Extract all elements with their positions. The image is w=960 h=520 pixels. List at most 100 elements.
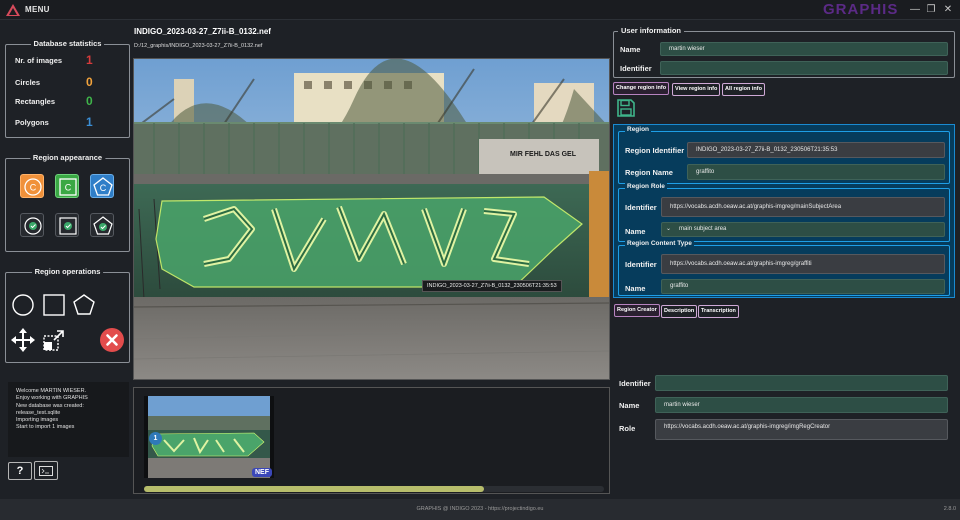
tab-description[interactable]: Description <box>661 305 698 318</box>
brand-logo: GRAPHIS <box>823 1 899 18</box>
region-identifier-label: Region Identifier <box>625 146 685 155</box>
move-icon[interactable] <box>11 328 35 352</box>
stat-label-rectangles: Rectangles <box>15 97 56 106</box>
status-footer: GRAPHIS @ INDIGO 2023 - https://projecti… <box>0 499 960 520</box>
polygon-check-icon <box>93 216 113 235</box>
role-name-value: main subject area <box>679 226 727 232</box>
creator-role-label: Role <box>619 424 636 433</box>
console-icon <box>39 466 53 476</box>
panel-title: Database statistics <box>30 39 105 48</box>
draw-polygon-icon[interactable] <box>72 293 96 317</box>
region-role-section: Region Role Identifier https://vocabs.ac… <box>618 183 950 242</box>
creator-identifier-label: Identifier <box>619 379 651 388</box>
close-window-icon[interactable]: ✕ <box>942 4 954 16</box>
region-content-type-section: Region Content Type Identifier https://v… <box>618 240 950 296</box>
rectangle-check-icon <box>59 217 77 235</box>
role-name-dropdown[interactable]: ⌄ main subject area <box>661 222 945 237</box>
section-title: Region <box>625 126 652 133</box>
delete-region-icon[interactable] <box>100 328 124 352</box>
import-progress-bar <box>144 486 604 492</box>
save-icon[interactable] <box>616 98 636 118</box>
tab-all-region-info[interactable]: All region info <box>722 83 765 96</box>
user-name-field[interactable]: martin wieser <box>660 42 948 56</box>
chevron-down-icon: ⌄ <box>666 226 672 232</box>
creator-name-label: Name <box>619 401 640 410</box>
user-identifier-field[interactable] <box>660 61 948 75</box>
restore-icon[interactable]: ❐ <box>925 4 937 16</box>
draw-rectangle-icon[interactable] <box>42 293 66 317</box>
menu-button[interactable]: MENU <box>25 5 50 14</box>
tab-change-region-info[interactable]: Change region info <box>613 82 670 95</box>
rectangle-c-icon: C <box>59 178 77 196</box>
creator-role-field[interactable]: https://vocabs.acdh.oeaw.ac.at/graphis-i… <box>655 419 948 440</box>
console-button[interactable] <box>34 461 58 480</box>
wall-sign-text: MIR FEHL DAS GEL <box>510 151 577 158</box>
stat-label-circles: Circles <box>15 78 41 87</box>
section-title: Region Role <box>625 183 667 190</box>
stat-value-circles: 0 <box>86 75 93 89</box>
panel-title: Region appearance <box>29 153 106 162</box>
thumbnail-item[interactable]: 1 NEF <box>144 396 274 478</box>
polygon-style-button[interactable]: C <box>90 174 114 198</box>
svg-text:C: C <box>100 183 107 193</box>
role-name-label: Name <box>625 227 646 236</box>
stat-value-images: 1 <box>86 53 93 67</box>
polygon-check-button[interactable] <box>90 213 114 237</box>
content-identifier-field[interactable]: https://vocabs.acdh.oeaw.ac.at/graphis-i… <box>661 254 945 274</box>
creator-name-field[interactable]: martin wieser <box>655 397 948 413</box>
image-title: INDIGO_2023-03-27_Z7ii-B_0132.nef <box>134 27 271 36</box>
thumbnail-strip: 1 NEF <box>133 387 610 494</box>
file-format-badge: NEF <box>252 468 272 477</box>
circle-check-icon <box>24 217 42 235</box>
title-bar: MENU GRAPHIS — ❐ ✕ <box>0 0 960 20</box>
region-tooltip: INDIGO_2023-03-27_Z7ii-B_0132_230506T21:… <box>422 280 562 292</box>
stat-label-polygons: Polygons <box>15 118 49 127</box>
role-identifier-field[interactable]: https://vocabs.acdh.oeaw.ac.at/graphis-i… <box>661 197 945 217</box>
tab-region-creator[interactable]: Region Creator <box>614 304 660 317</box>
region-identifier-field[interactable]: INDIGO_2023-03-27_Z7ii-B_0132_230506T21:… <box>687 142 945 158</box>
log-line: Welcome MARTIN WIESER. <box>16 388 87 394</box>
database-statistics-panel: Database statistics Nr. of images 1 Circ… <box>5 39 130 138</box>
polygon-c-icon: C <box>93 177 113 196</box>
user-name-label: Name <box>620 45 641 54</box>
rectangle-check-button[interactable] <box>55 213 79 237</box>
role-identifier-label: Identifier <box>625 203 657 212</box>
import-progress-fill <box>144 486 485 492</box>
creator-identifier-field[interactable] <box>655 375 948 391</box>
stat-value-polygons: 1 <box>86 115 93 129</box>
photo-graffiti-wall: MIR FEHL DAS GEL <box>134 59 609 379</box>
region-name-label: Region Name <box>625 168 673 177</box>
footer-text: GRAPHIS @ INDIGO 2023 - https://projecti… <box>416 506 544 512</box>
user-information-panel: User information Name martin wieser Iden… <box>613 26 955 78</box>
region-name-field[interactable]: graffito <box>687 164 945 180</box>
user-identifier-label: Identifier <box>620 64 652 73</box>
tab-view-region-info[interactable]: View region info <box>672 83 721 96</box>
circle-c-icon: C <box>24 178 42 196</box>
rectangle-style-button[interactable]: C <box>55 174 79 198</box>
tab-transcription[interactable]: Transcription <box>698 305 739 318</box>
image-viewer[interactable]: MIR FEHL DAS GEL INDIGO_2023-03-27_Z7ii-… <box>133 58 610 380</box>
log-line: Start to import 1 images <box>16 424 75 431</box>
content-name-field[interactable]: graffito <box>661 279 945 294</box>
help-button[interactable]: ? <box>8 462 32 480</box>
svg-text:C: C <box>30 183 37 193</box>
resize-icon[interactable] <box>42 328 66 352</box>
message-log: Welcome MARTIN WIESER. Enjoy working wit… <box>8 382 129 457</box>
region-info-panel: Region Region Identifier INDIGO_2023-03-… <box>613 124 955 298</box>
circle-check-button[interactable] <box>20 213 44 237</box>
svg-text:C: C <box>65 183 72 193</box>
region-section: Region Region Identifier INDIGO_2023-03-… <box>618 126 950 184</box>
content-name-label: Name <box>625 284 646 293</box>
circle-style-button[interactable]: C <box>20 174 44 198</box>
app-logo-icon[interactable] <box>6 4 20 16</box>
stat-label-images: Nr. of images <box>15 56 63 65</box>
log-line: New database was created: <box>16 402 84 409</box>
log-line: Enjoy working with GRAPHIS <box>16 395 88 402</box>
version-label: 2.8.0 <box>943 506 956 512</box>
draw-circle-icon[interactable] <box>11 293 35 317</box>
log-line: Importing images <box>16 417 59 424</box>
minimize-icon[interactable]: — <box>909 4 921 16</box>
panel-title: Region operations <box>31 267 104 276</box>
thumbnail-image <box>144 396 274 478</box>
region-appearance-panel: Region appearance C C C <box>5 153 130 252</box>
